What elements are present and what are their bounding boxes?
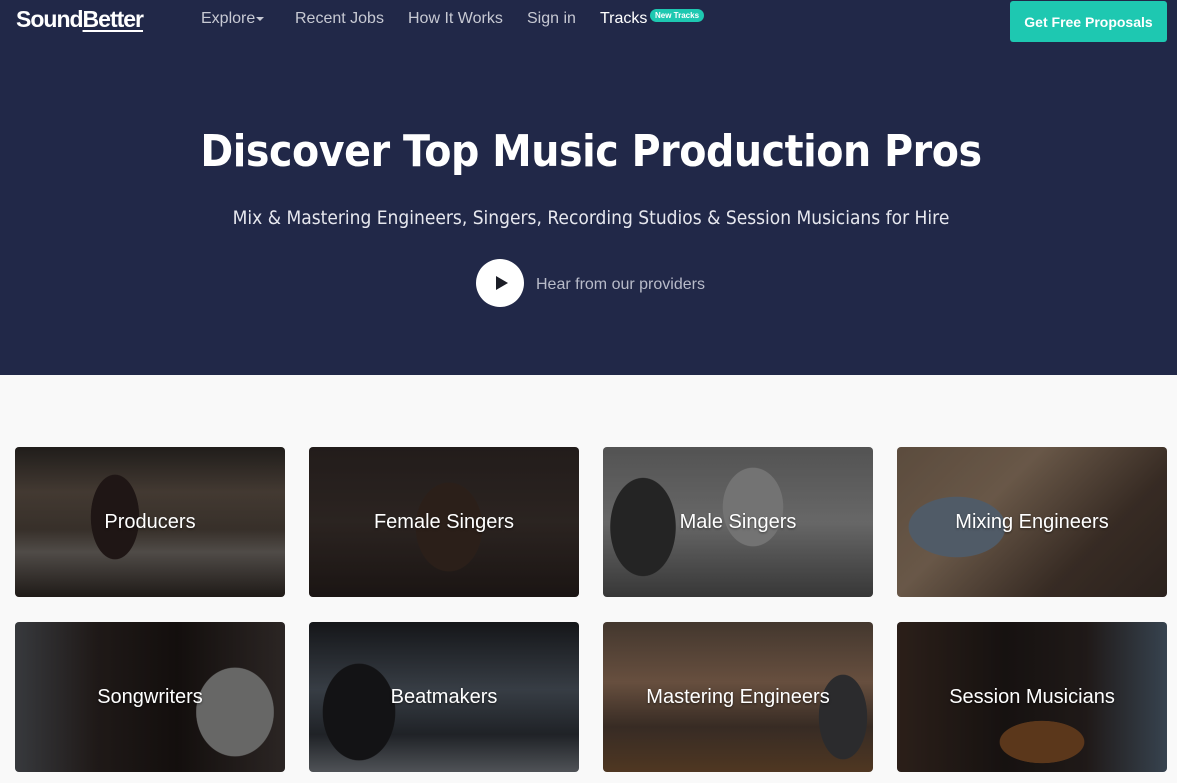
hero-title: Discover Top Music Production Pros [200,126,982,177]
nav-explore[interactable]: Explore [201,10,265,28]
category-card-mastering-engineers[interactable]: Mastering Engineers [603,622,873,772]
category-label: Beatmakers [390,685,498,708]
top-nav: SoundBetter Explore Recent Jobs How It W… [0,0,1177,42]
play-icon [495,276,508,290]
category-card-mixing-engineers[interactable]: Mixing Engineers [897,447,1167,597]
category-label: Producers [104,510,196,533]
play-video-button[interactable] [476,259,524,307]
soundbetter-logo[interactable]: SoundBetter [16,6,144,33]
logo-part-1: Sound [16,6,84,32]
nav-how-it-works[interactable]: How It Works [408,10,503,28]
nav-recent-jobs[interactable]: Recent Jobs [295,10,384,28]
get-free-proposals-button[interactable]: Get Free Proposals [1010,1,1167,42]
category-card-songwriters[interactable]: Songwriters [15,622,285,772]
category-card-session-musicians[interactable]: Session Musicians [897,622,1167,772]
category-label: Songwriters [97,685,203,708]
category-label: Male Singers [679,510,797,533]
hero-section: SoundBetter Explore Recent Jobs How It W… [0,0,1177,375]
hear-from-providers-link[interactable]: Hear from our providers [536,276,705,294]
nav-tracks[interactable]: Tracks [600,10,647,28]
category-label: Session Musicians [949,685,1115,708]
caret-down-icon [256,16,265,21]
category-card-producers[interactable]: Producers [15,447,285,597]
nav-explore-label: Explore [201,10,256,27]
category-card-male-singers[interactable]: Male Singers [603,447,873,597]
category-label: Mastering Engineers [646,685,830,708]
hero-subtitle: Mix & Mastering Engineers, Singers, Reco… [232,207,950,229]
category-card-female-singers[interactable]: Female Singers [309,447,579,597]
category-label: Female Singers [373,510,515,533]
category-label: Mixing Engineers [955,510,1109,533]
logo-part-2: Better [82,6,144,32]
nav-sign-in[interactable]: Sign in [527,10,576,28]
category-card-beatmakers[interactable]: Beatmakers [309,622,579,772]
new-tracks-badge: New Tracks [650,9,705,22]
